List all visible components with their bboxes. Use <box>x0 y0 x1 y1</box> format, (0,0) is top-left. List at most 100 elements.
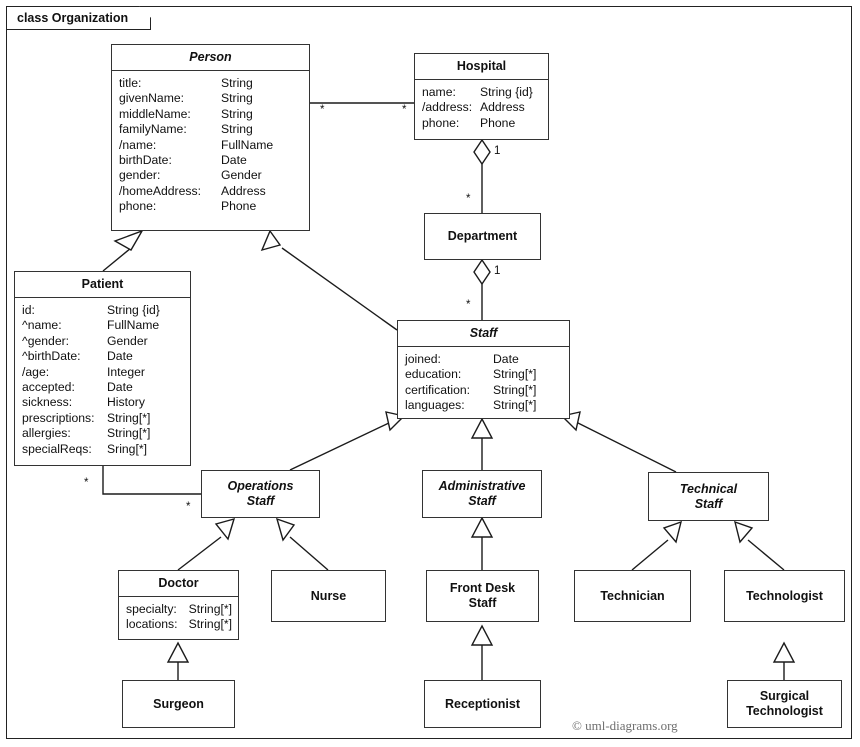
attribute-name: gender: <box>119 168 161 183</box>
attribute-type: Date <box>221 153 247 168</box>
attribute-name: ^birthDate: <box>22 349 81 364</box>
class-surgical-technologist-title: Surgical Technologist <box>746 689 823 718</box>
attribute-name: specialReqs: <box>22 441 92 456</box>
attribute-row: education: String[*] <box>398 367 569 382</box>
attribute-type: Date <box>493 352 519 366</box>
attribute-name: languages: <box>405 398 465 413</box>
attribute-row: joined: Date <box>398 352 569 367</box>
class-department-title: Department <box>447 229 518 243</box>
class-person-title: Person <box>112 45 309 71</box>
attribute-name: locations: <box>126 617 178 632</box>
class-technician[interactable]: Technician <box>574 570 691 622</box>
attribute-type: Date <box>107 349 133 364</box>
attribute-name: ^name: <box>22 318 62 333</box>
class-department[interactable]: Department <box>424 213 541 260</box>
attribute-row: prescriptions: String[*] <box>15 411 190 426</box>
attribute-type: Phone <box>480 115 516 130</box>
class-hospital[interactable]: Hospital name: String {id} /address: Addre… <box>414 53 549 140</box>
class-technologist[interactable]: Technologist <box>724 570 845 622</box>
class-surgeon-title: Surgeon <box>153 696 204 711</box>
class-person-attributes: title: String givenName: String middleName… <box>112 71 309 230</box>
attribute-row: /homeAddress: Address <box>112 184 309 199</box>
attribute-type: Phone <box>221 199 257 214</box>
class-person[interactable]: Person title: String givenName: String mid… <box>111 44 310 231</box>
class-hospital-title: Hospital <box>415 54 548 80</box>
class-receptionist-title: Receptionist <box>444 696 520 711</box>
attribute-row: id: String {id} <box>15 303 190 318</box>
multiplicity-person-hospital-person-end: * <box>320 104 325 116</box>
class-front-desk-staff-title: Front Desk Staff <box>449 581 516 610</box>
class-receptionist[interactable]: Receptionist <box>424 680 541 728</box>
attribute-name: prescriptions: <box>22 410 95 425</box>
attribute-type: Integer <box>107 364 145 379</box>
attribute-type: Address <box>480 100 525 115</box>
class-surgeon[interactable]: Surgeon <box>122 680 235 728</box>
attribute-name: familyName: <box>119 122 187 137</box>
attribute-row: phone: Phone <box>415 116 548 131</box>
multiplicity-department-staff-staff-end: * <box>466 299 471 311</box>
multiplicity-person-hospital-hospital-end: * <box>402 104 407 116</box>
attribute-name: education: <box>405 367 462 382</box>
attribute-row: certification: String[*] <box>398 383 569 398</box>
attribute-row: specialty: String[*] <box>119 602 238 617</box>
class-surgical-technologist[interactable]: Surgical Technologist <box>727 680 842 728</box>
attribute-row: specialReqs: Sring[*] <box>15 442 190 457</box>
attribute-name: sickness: <box>22 395 73 410</box>
attribute-row: /address: Address <box>415 100 548 115</box>
attribute-row: familyName: String <box>112 122 309 137</box>
attribute-row: /name: FullName <box>112 138 309 153</box>
multiplicity-department-staff-department-end: 1 <box>494 265 501 277</box>
copyright-credit: © uml-diagrams.org <box>572 718 678 733</box>
attribute-row: givenName: String <box>112 91 309 106</box>
attribute-row: allergies: String[*] <box>15 426 190 441</box>
attribute-type: Address <box>221 183 266 198</box>
attribute-name: accepted: <box>22 380 75 395</box>
attribute-row: /age: Integer <box>15 365 190 380</box>
attribute-type: String[*] <box>493 382 537 397</box>
attribute-type: String[*] <box>107 410 151 425</box>
attribute-type: String <box>221 91 253 106</box>
class-operations-staff-title: Operations Staff <box>227 479 294 508</box>
attribute-row: title: String <box>112 76 309 91</box>
attribute-type: FullName <box>221 137 274 152</box>
class-nurse[interactable]: Nurse <box>271 570 386 622</box>
class-staff-attributes: joined: Date education: String[*] certific… <box>398 347 569 419</box>
class-technologist-title: Technologist <box>746 588 823 603</box>
attribute-name: /name: <box>119 137 157 152</box>
attribute-name: phone: <box>119 199 157 214</box>
multiplicity-patient-operations-patient-end: * <box>84 477 89 489</box>
class-doctor-attributes: specialty: String[*] locations: String[*] <box>119 597 238 639</box>
attribute-row: gender: Gender <box>112 168 309 183</box>
attribute-name: specialty: <box>126 602 177 616</box>
class-administrative-staff[interactable]: Administrative Staff <box>422 470 542 518</box>
class-front-desk-staff[interactable]: Front Desk Staff <box>426 570 539 622</box>
attribute-row: name: String {id} <box>415 85 548 100</box>
class-doctor[interactable]: Doctor specialty: String[*] locations: Str… <box>118 570 239 640</box>
class-hospital-attributes: name: String {id} /address: Address phone:… <box>415 80 548 139</box>
class-technical-staff[interactable]: Technical Staff <box>648 472 769 521</box>
attribute-type: String <box>221 76 253 90</box>
multiplicity-patient-operations-operations-end: * <box>186 501 191 513</box>
attribute-type: String <box>221 122 253 137</box>
class-patient-title: Patient <box>15 272 190 298</box>
attribute-name: phone: <box>422 115 460 130</box>
attribute-name: givenName: <box>119 91 185 106</box>
attribute-row: accepted: Date <box>15 380 190 395</box>
class-patient[interactable]: Patient id: String {id} ^name: FullName ^g… <box>14 271 191 466</box>
diagram-frame-label: class Organization <box>6 6 151 30</box>
attribute-row: sickness: History <box>15 395 190 410</box>
attribute-name: /age: <box>22 364 50 379</box>
multiplicity-hospital-department-department-end: * <box>466 193 471 205</box>
attribute-type: FullName <box>107 318 160 333</box>
attribute-name: allergies: <box>22 426 71 441</box>
multiplicity-hospital-department-hospital-end: 1 <box>494 145 501 157</box>
attribute-type: String[*] <box>493 398 537 413</box>
attribute-type: String {id} <box>480 85 533 99</box>
attribute-type: String[*] <box>188 602 232 616</box>
class-staff[interactable]: Staff joined: Date education: String[*] ce… <box>397 320 570 419</box>
attribute-name: middleName: <box>119 106 191 121</box>
attribute-type: String <box>221 106 253 121</box>
class-operations-staff[interactable]: Operations Staff <box>201 470 320 518</box>
attribute-row: ^name: FullName <box>15 318 190 333</box>
uml-class-diagram: class Organization Person title: String … <box>0 0 860 747</box>
